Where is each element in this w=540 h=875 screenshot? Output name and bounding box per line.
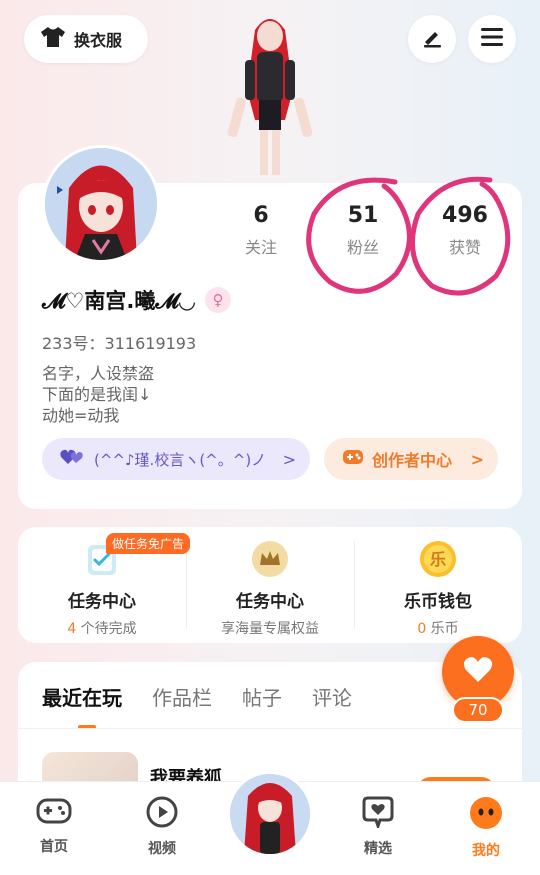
- following-label: 关注: [244, 238, 277, 257]
- tab-works[interactable]: 作品栏: [152, 682, 212, 729]
- edit-button[interactable]: [408, 15, 456, 63]
- change-outfit-button[interactable]: 换衣服: [24, 15, 148, 63]
- following-stat[interactable]: 6 关注: [216, 203, 306, 258]
- character-model[interactable]: [215, 10, 325, 185]
- nav-video[interactable]: 视频: [108, 782, 216, 875]
- nav-home[interactable]: 首页: [0, 782, 108, 875]
- guild-chip[interactable]: (^^♪瑾.校言ヽ(^。^)ノ >: [42, 438, 310, 480]
- task-card: 任务中心 4 个待完成 任务中心 享海量专属权益 乐 乐币钱包 0 乐币 做任务…: [18, 527, 522, 643]
- like-count: 70: [452, 697, 504, 723]
- followers-label: 粉丝: [346, 238, 379, 257]
- nav-label: 首页: [40, 839, 68, 855]
- shirt-icon: [40, 26, 66, 52]
- likes-count: 496: [442, 203, 488, 228]
- gamepad-icon: [342, 448, 364, 470]
- bio-line: 名字，人设禁盗: [42, 364, 155, 383]
- face-icon: [469, 796, 503, 834]
- tab-posts[interactable]: 帖子: [242, 682, 282, 729]
- play-icon: [146, 796, 178, 832]
- profile-avatar[interactable]: [42, 145, 160, 263]
- username: 𝓜♡南宫.曦𝓜◡ ♀: [42, 285, 231, 315]
- bio-line: 下面的是我闺↓: [42, 385, 152, 404]
- creator-center-label: 创作者中心: [372, 451, 453, 470]
- task-title: 任务中心: [236, 592, 304, 612]
- nav-me[interactable]: 我的: [432, 782, 540, 875]
- nav-label: 精选: [364, 841, 392, 857]
- pen-icon: [421, 26, 443, 52]
- crown-icon: [250, 539, 290, 579]
- female-icon: ♀: [205, 287, 231, 313]
- likes-label: 获赞: [448, 238, 481, 257]
- heart-chat-icon: [360, 796, 396, 832]
- nav-featured[interactable]: 精选: [324, 782, 432, 875]
- nav-label: 视频: [148, 841, 176, 857]
- chevron-right-icon: >: [282, 449, 296, 469]
- character-avatar-button[interactable]: [227, 771, 313, 857]
- chevron-right-icon: >: [470, 449, 484, 469]
- tab-comments[interactable]: 评论: [312, 682, 352, 729]
- double-heart-icon: [60, 448, 84, 470]
- ad-free-tag: 做任务免广告: [106, 533, 191, 554]
- followers-stat[interactable]: 51 粉丝: [318, 203, 408, 258]
- task-subtitle: 0 乐币: [417, 621, 459, 637]
- username-text: 𝓜♡南宫.曦𝓜◡: [42, 289, 195, 313]
- heart-icon: [463, 656, 493, 688]
- task-subtitle: 4 个待完成: [67, 621, 137, 637]
- divider: [18, 728, 522, 729]
- task-title: 乐币钱包: [404, 592, 472, 612]
- svg-text:乐: 乐: [430, 550, 446, 569]
- tab-recent[interactable]: 最近在玩: [42, 682, 122, 729]
- task-title: 任务中心: [68, 592, 136, 612]
- change-outfit-label: 换衣服: [74, 31, 123, 50]
- user-id: 233号：311619193: [42, 334, 197, 353]
- guild-name: (^^♪瑾.校言ヽ(^。^)ノ: [94, 450, 267, 469]
- privileges-item[interactable]: 任务中心 享海量专属权益: [186, 527, 354, 643]
- coin-icon: 乐: [418, 539, 458, 579]
- bio: 名字，人设禁盗 下面的是我闺↓ 动她=动我: [42, 363, 154, 426]
- hamburger-icon: [481, 27, 503, 51]
- gamepad-icon: [36, 796, 72, 830]
- likes-stat[interactable]: 496 获赞: [420, 203, 510, 258]
- wallet-item[interactable]: 乐 乐币钱包 0 乐币: [354, 527, 522, 643]
- task-subtitle: 享海量专属权益: [221, 621, 319, 637]
- menu-button[interactable]: [468, 15, 516, 63]
- following-count: 6: [253, 203, 269, 228]
- bio-line: 动她=动我: [42, 406, 120, 425]
- nav-label: 我的: [472, 843, 500, 859]
- followers-count: 51: [347, 203, 379, 228]
- creator-center-button[interactable]: 创作者中心 >: [324, 438, 498, 480]
